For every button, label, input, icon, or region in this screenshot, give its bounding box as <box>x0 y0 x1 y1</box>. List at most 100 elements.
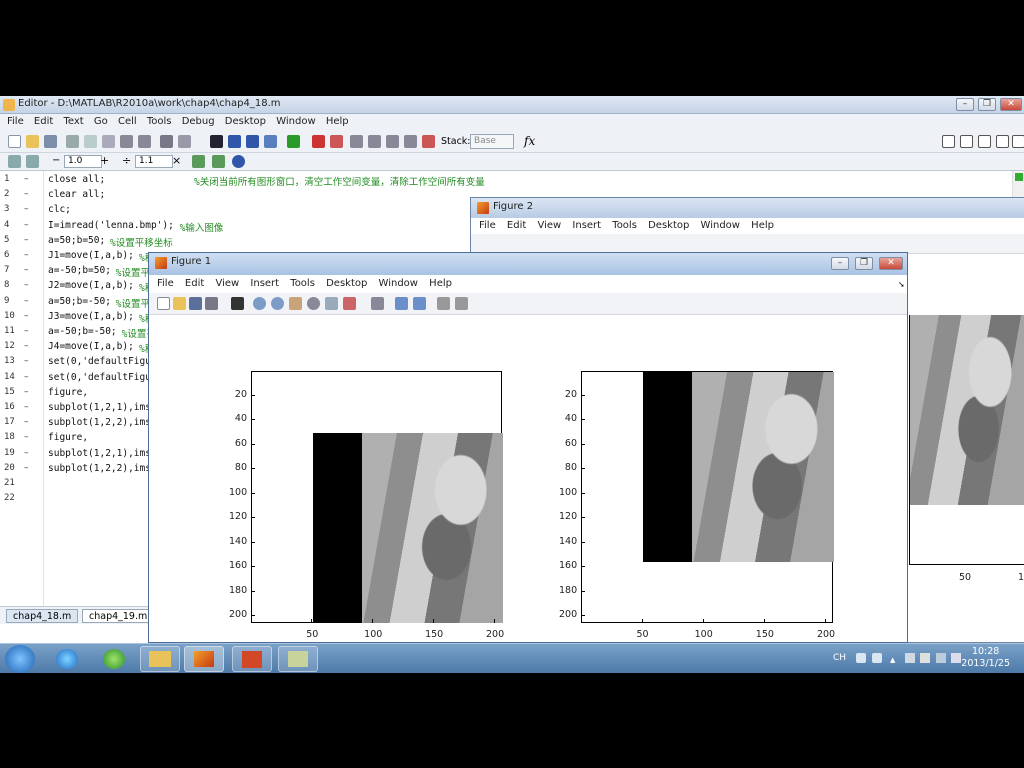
fig2-menu-insert[interactable]: Insert <box>572 220 601 231</box>
internet-explorer-icon[interactable] <box>56 649 78 669</box>
figure-2-title-bar[interactable]: Figure 2 <box>471 198 1024 218</box>
undo-icon[interactable] <box>120 135 133 148</box>
ime-settings-icon[interactable] <box>872 653 882 663</box>
copy-icon[interactable] <box>84 135 97 148</box>
figure-2-axes[interactable] <box>909 315 1024 565</box>
cut-icon[interactable] <box>66 135 79 148</box>
fig2-menu-help[interactable]: Help <box>751 220 774 231</box>
minimize-button[interactable]: – <box>956 98 974 111</box>
code-line[interactable]: close all; <box>48 174 105 185</box>
step-icon[interactable] <box>350 135 363 148</box>
close-button[interactable]: ✕ <box>1000 98 1022 111</box>
cell-eval-icon[interactable] <box>26 155 39 168</box>
notepad-button[interactable] <box>278 646 318 672</box>
ime-icon[interactable] <box>856 653 866 663</box>
code-line[interactable]: subplot(1,2,2),imsh <box>48 463 157 474</box>
tile-horizontal-icon[interactable] <box>960 135 973 148</box>
code-line[interactable]: set(0,'defaultFigur <box>48 372 157 383</box>
tile-grid-icon[interactable] <box>942 135 955 148</box>
code-line[interactable]: a=50;b=-50; <box>48 296 111 307</box>
print-icon[interactable] <box>160 135 173 148</box>
tab-chap4-19[interactable]: chap4_19.m <box>82 609 155 623</box>
system-clock[interactable]: 10:28 2013/1/25 <box>961 646 1010 670</box>
save-icon[interactable] <box>44 135 57 148</box>
continue-icon[interactable] <box>404 135 417 148</box>
volume-icon[interactable] <box>951 653 961 663</box>
show-hidden-icons-icon[interactable]: ▲ <box>890 656 895 664</box>
step-value-input-2[interactable]: 1.1 <box>135 155 173 168</box>
code-line[interactable]: a=-50;b=-50; <box>48 326 117 337</box>
menu-cell[interactable]: Cell <box>118 116 137 127</box>
menu-go[interactable]: Go <box>94 116 108 127</box>
network-icon[interactable] <box>936 653 946 663</box>
code-line[interactable]: a=-50;b=50; <box>48 265 111 276</box>
stack-dropdown[interactable]: Base <box>470 134 514 149</box>
code-line[interactable]: J1=move(I,a,b); <box>48 250 134 261</box>
maximize-button[interactable]: ❐ <box>978 98 996 111</box>
code-line[interactable]: subplot(1,2,1),imsh <box>48 402 157 413</box>
fig2-menu-desktop[interactable]: Desktop <box>648 220 689 231</box>
tab-chap4-18[interactable]: chap4_18.m <box>6 609 79 623</box>
redo-icon[interactable] <box>138 135 151 148</box>
fx-button[interactable]: fx <box>524 134 535 148</box>
browser-360-icon[interactable] <box>103 649 125 669</box>
float-icon[interactable] <box>996 135 1009 148</box>
code-line[interactable]: I=imread('lenna.bmp'); <box>48 220 174 231</box>
matlab-taskbar-button[interactable] <box>184 646 224 672</box>
menu-text[interactable]: Text <box>63 116 83 127</box>
tile-vertical-icon[interactable] <box>978 135 991 148</box>
maximize-doc-icon[interactable] <box>1012 135 1024 148</box>
decrement-button[interactable]: − <box>52 155 60 166</box>
eval-cell-icon[interactable] <box>192 155 205 168</box>
editor-title-bar[interactable]: Editor - D:\MATLAB\R2010a\work\chap4\cha… <box>0 96 1024 114</box>
code-line[interactable]: figure, <box>48 432 88 443</box>
code-line[interactable]: subplot(1,2,2),imsh <box>48 417 157 428</box>
fig2-menu-view[interactable]: View <box>537 220 561 231</box>
step-in-icon[interactable] <box>368 135 381 148</box>
action-center-icon[interactable] <box>920 653 930 663</box>
breakpoint-icon[interactable] <box>312 135 325 148</box>
new-file-icon[interactable] <box>8 135 21 148</box>
menu-desktop[interactable]: Desktop <box>225 116 266 127</box>
tray-app-icon[interactable] <box>905 653 915 663</box>
start-button[interactable] <box>5 645 35 673</box>
fig2-menu-tools[interactable]: Tools <box>612 220 637 231</box>
exit-debug-icon[interactable] <box>422 135 435 148</box>
function-browser-icon[interactable] <box>264 135 277 148</box>
menu-debug[interactable]: Debug <box>182 116 215 127</box>
code-line[interactable]: subplot(1,2,1),imsh <box>48 448 157 459</box>
code-line[interactable]: a=50;b=50; <box>48 235 105 246</box>
paste-icon[interactable] <box>102 135 115 148</box>
fig2-menu-window[interactable]: Window <box>701 220 740 231</box>
increment-button[interactable]: + <box>100 154 109 167</box>
powerpoint-button[interactable] <box>232 646 272 672</box>
code-line[interactable]: J4=move(I,a,b); <box>48 341 134 352</box>
forward-arrow-icon[interactable] <box>246 135 259 148</box>
input-language[interactable]: CH <box>833 653 846 663</box>
code-line[interactable]: J2=move(I,a,b); <box>48 280 134 291</box>
code-line[interactable]: set(0,'defaultFigur <box>48 356 157 367</box>
fig2-menu-edit[interactable]: Edit <box>507 220 526 231</box>
clear-breakpoints-icon[interactable] <box>330 135 343 148</box>
step-value-input-1[interactable]: 1.0 <box>64 155 102 168</box>
code-line[interactable]: clear all; <box>48 189 105 200</box>
find-icon[interactable] <box>210 135 223 148</box>
code-line[interactable]: clc; <box>48 204 71 215</box>
menu-window[interactable]: Window <box>276 116 315 127</box>
multiply-button[interactable]: × <box>172 154 181 167</box>
file-explorer-button[interactable] <box>140 646 180 672</box>
fig2-menu-file[interactable]: File <box>479 220 496 231</box>
code-line[interactable]: J3=move(I,a,b); <box>48 311 134 322</box>
help-icon[interactable] <box>232 155 245 168</box>
cell-mode-icon[interactable] <box>8 155 21 168</box>
menu-tools[interactable]: Tools <box>147 116 172 127</box>
compare-icon[interactable] <box>178 135 191 148</box>
run-icon[interactable] <box>287 135 300 148</box>
step-out-icon[interactable] <box>386 135 399 148</box>
divide-button[interactable]: ÷ <box>122 154 131 167</box>
eval-advance-icon[interactable] <box>212 155 225 168</box>
menu-file[interactable]: File <box>7 116 24 127</box>
back-arrow-icon[interactable] <box>228 135 241 148</box>
open-folder-icon[interactable] <box>26 135 39 148</box>
menu-help[interactable]: Help <box>326 116 349 127</box>
